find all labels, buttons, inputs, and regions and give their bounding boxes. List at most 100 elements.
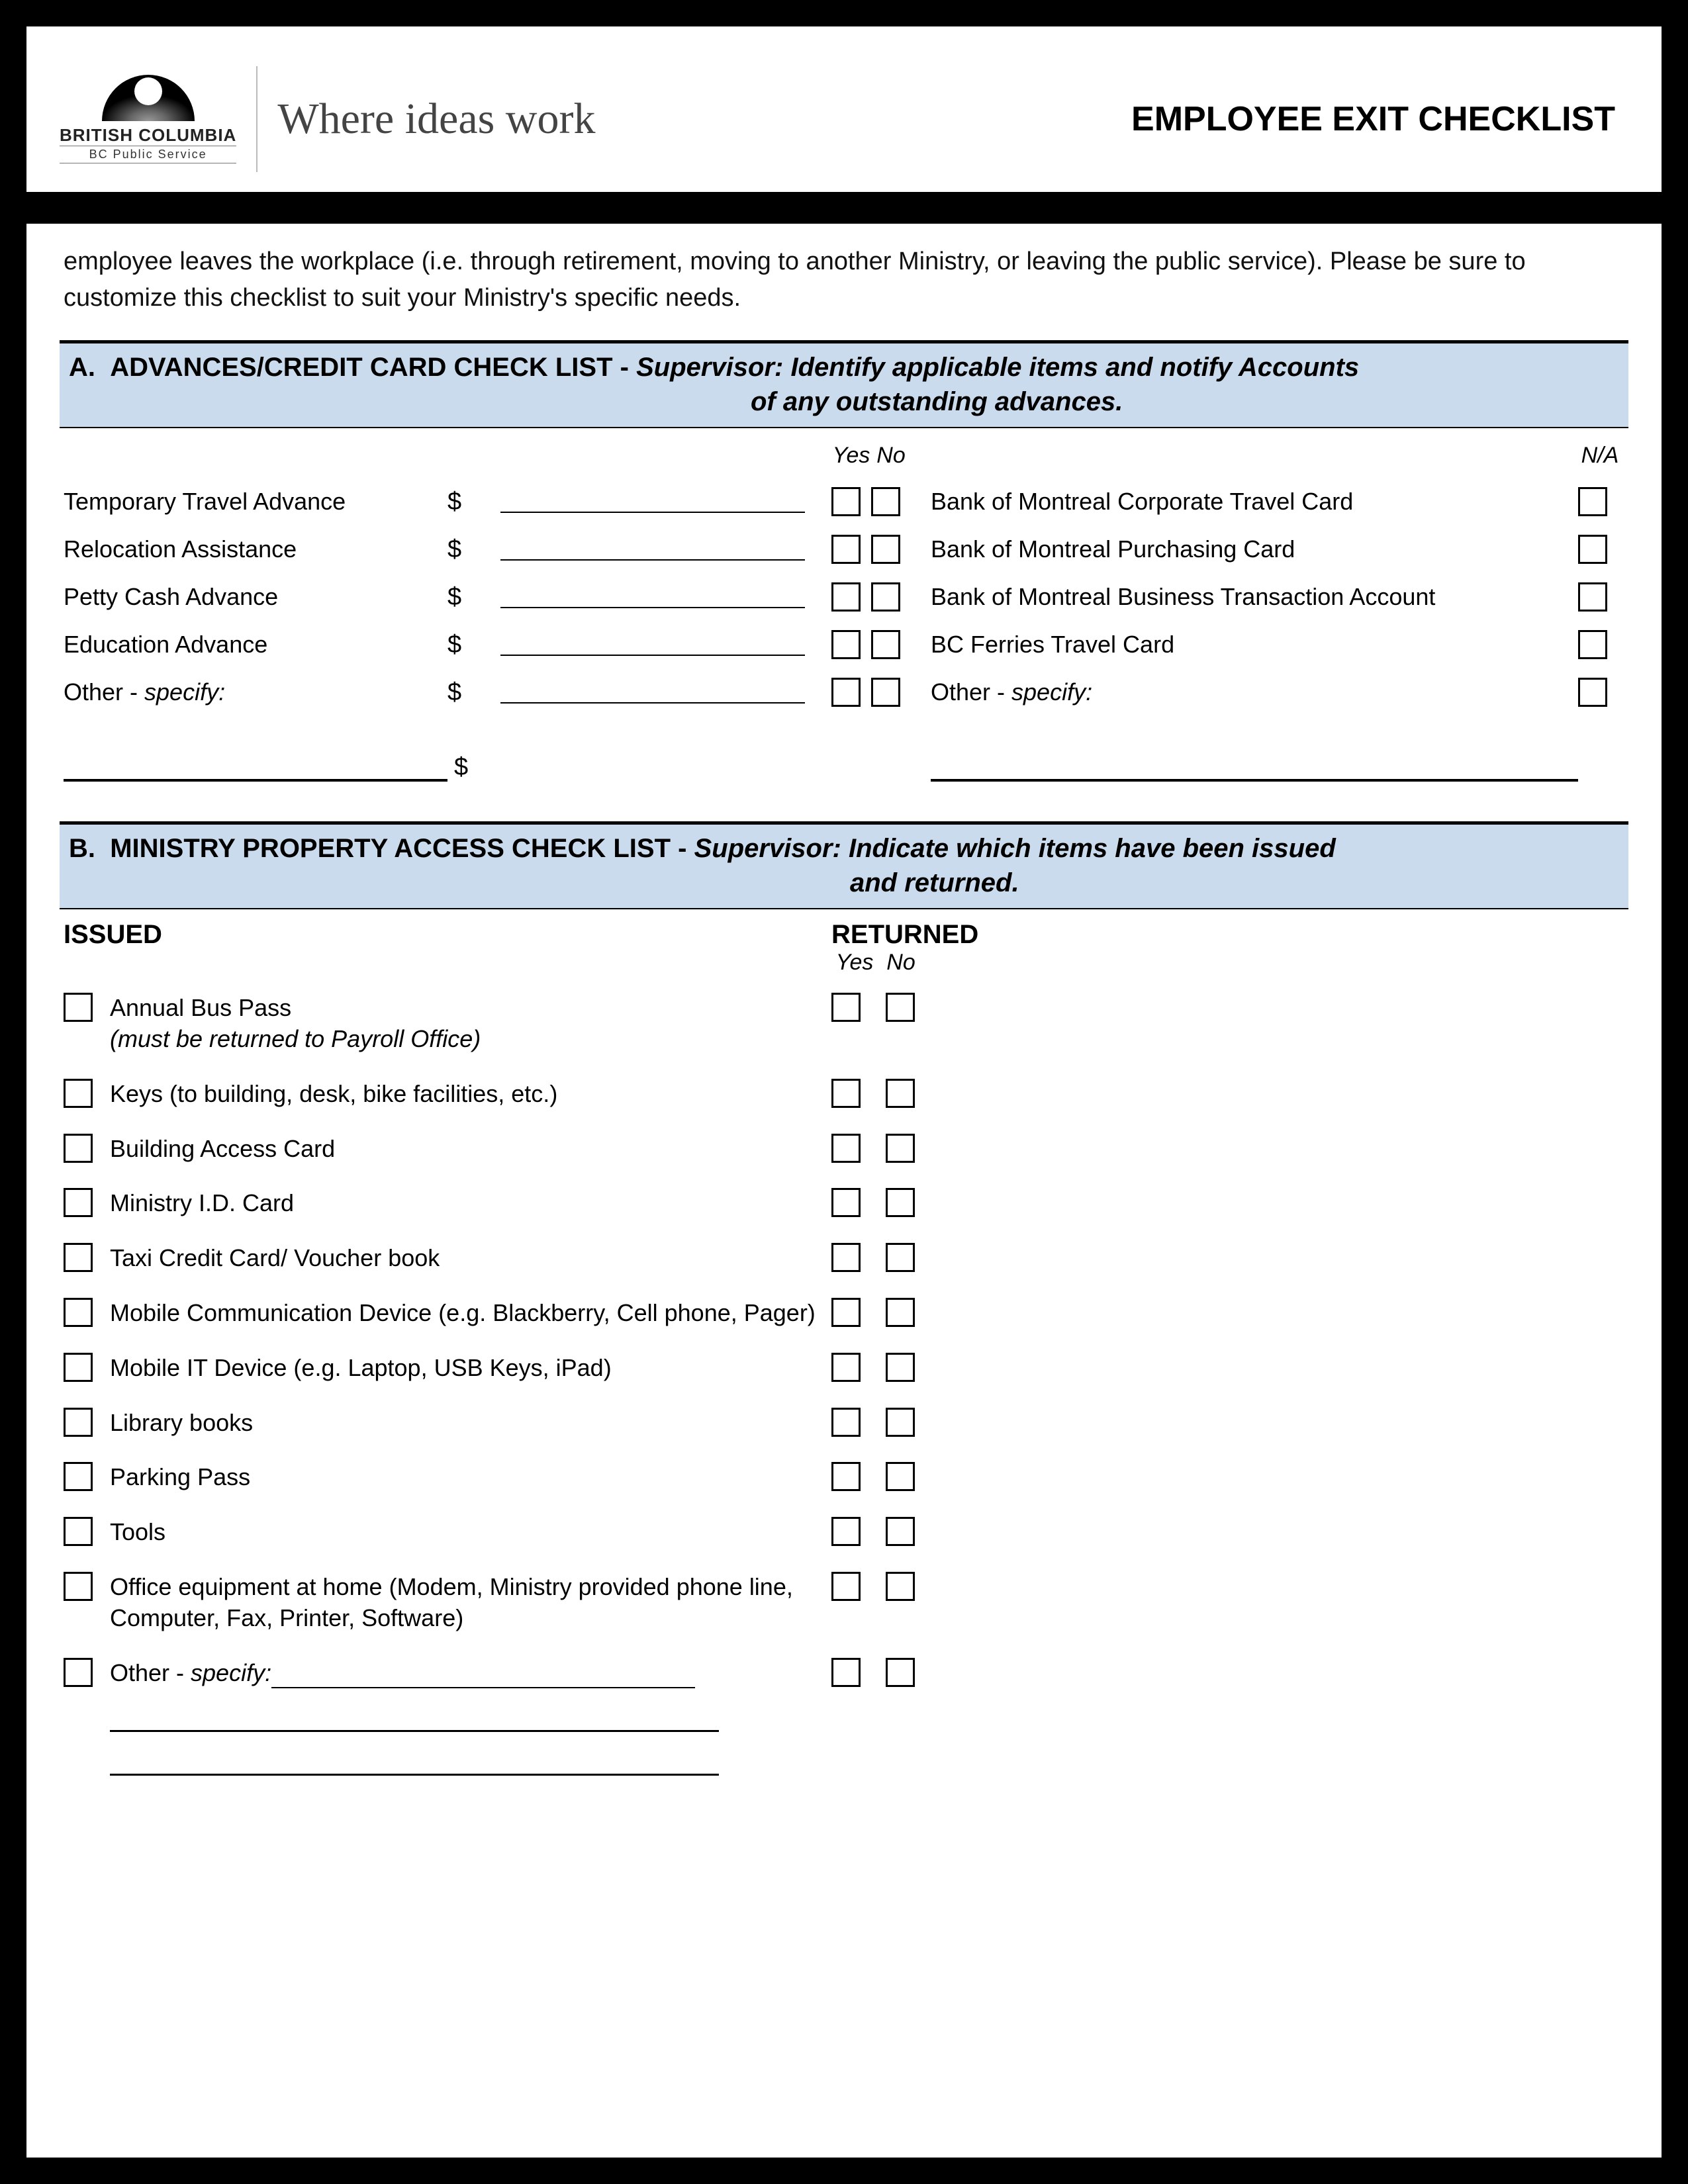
- returned-no-checkbox[interactable]: [886, 1243, 915, 1272]
- yes-checkbox[interactable]: [831, 678, 861, 707]
- na-checkbox[interactable]: [1578, 678, 1607, 707]
- yes-checkbox[interactable]: [831, 582, 861, 612]
- na-checkbox[interactable]: [1578, 535, 1607, 564]
- returned-yes-checkbox[interactable]: [831, 993, 861, 1022]
- returned-yes-checkbox[interactable]: [831, 1079, 861, 1108]
- na-checkbox[interactable]: [1578, 487, 1607, 516]
- section-b-columns: ISSUED RETURNED: [60, 909, 1628, 950]
- returned-yes-checkbox[interactable]: [831, 1353, 861, 1382]
- returned-yes-checkbox[interactable]: [831, 1408, 861, 1437]
- col-no: No: [878, 950, 924, 976]
- property-row: Mobile Communication Device (e.g. Blackb…: [64, 1286, 1624, 1341]
- property-row: Office equipment at home (Modem, Ministr…: [64, 1560, 1624, 1646]
- amount-field[interactable]: [500, 681, 805, 704]
- returned-yes-checkbox[interactable]: [831, 1188, 861, 1217]
- no-checkbox[interactable]: [871, 582, 900, 612]
- returned-no-checkbox[interactable]: [886, 1134, 915, 1163]
- property-row: Building Access Card: [64, 1122, 1624, 1177]
- yes-checkbox[interactable]: [831, 535, 861, 564]
- returned-no-checkbox[interactable]: [886, 1517, 915, 1546]
- returned-no-checkbox[interactable]: [886, 1658, 915, 1687]
- returned-yes-checkbox[interactable]: [831, 1572, 861, 1601]
- specify-field[interactable]: [271, 1668, 695, 1688]
- amount-field[interactable]: [500, 633, 805, 656]
- sun-logo-icon: [102, 75, 195, 121]
- property-row: Annual Bus Pass (must be returned to Pay…: [64, 981, 1624, 1067]
- property-label: Keys (to building, desk, bike facilities…: [110, 1079, 831, 1110]
- specify-field-line-2[interactable]: [110, 1706, 719, 1732]
- returned-yes-checkbox[interactable]: [831, 1243, 861, 1272]
- col-yes: Yes: [831, 950, 878, 976]
- issued-checkbox[interactable]: [64, 993, 93, 1022]
- issued-checkbox[interactable]: [64, 1517, 93, 1546]
- vertical-divider: [256, 66, 258, 172]
- returned-no-checkbox[interactable]: [886, 1079, 915, 1108]
- amount-field[interactable]: [500, 586, 805, 608]
- na-checkbox[interactable]: [1578, 630, 1607, 659]
- property-row: Taxi Credit Card/ Voucher book: [64, 1231, 1624, 1286]
- section-b-subcolumns: Yes No: [60, 950, 1628, 981]
- no-checkbox[interactable]: [871, 535, 900, 564]
- advance-label: Petty Cash Advance: [64, 583, 447, 611]
- issued-checkbox[interactable]: [64, 1298, 93, 1327]
- issued-checkbox[interactable]: [64, 1658, 93, 1687]
- property-label: Ministry I.D. Card: [110, 1188, 831, 1219]
- issued-checkbox[interactable]: [64, 1079, 93, 1108]
- yes-checkbox[interactable]: [831, 630, 861, 659]
- section-b-instruction-1: Supervisor: Indicate which items have be…: [694, 834, 1336, 863]
- property-label: Annual Bus Pass (must be returned to Pay…: [110, 993, 831, 1055]
- col-yes: Yes: [831, 443, 871, 469]
- header-left: BRITISH COLUMBIA BC Public Service Where…: [60, 66, 595, 172]
- specify-field-line-3[interactable]: [110, 1749, 719, 1776]
- advance-label: Temporary Travel Advance: [64, 488, 447, 516]
- returned-yes-checkbox[interactable]: [831, 1134, 861, 1163]
- na-checkbox[interactable]: [1578, 582, 1607, 612]
- issued-checkbox[interactable]: [64, 1462, 93, 1491]
- issued-checkbox[interactable]: [64, 1408, 93, 1437]
- col-na: N/A: [1578, 443, 1624, 469]
- section-b-instruction-2: and returned.: [69, 866, 1619, 900]
- currency-symbol: $: [447, 753, 500, 782]
- issued-checkbox[interactable]: [64, 1572, 93, 1601]
- returned-yes-checkbox[interactable]: [831, 1658, 861, 1687]
- amount-field[interactable]: [500, 538, 805, 561]
- no-checkbox[interactable]: [871, 678, 900, 707]
- issued-checkbox[interactable]: [64, 1353, 93, 1382]
- returned-heading: RETURNED: [831, 920, 1624, 950]
- section-b-header: B. MINISTRY PROPERTY ACCESS CHECK LIST -…: [60, 825, 1628, 908]
- no-checkbox[interactable]: [871, 487, 900, 516]
- returned-yes-checkbox[interactable]: [831, 1517, 861, 1546]
- property-row: Keys (to building, desk, bike facilities…: [64, 1067, 1624, 1122]
- returned-no-checkbox[interactable]: [886, 1572, 915, 1601]
- returned-yes-checkbox[interactable]: [831, 1298, 861, 1327]
- returned-no-checkbox[interactable]: [886, 1353, 915, 1382]
- section-a-header: A. ADVANCES/CREDIT CARD CHECK LIST - Sup…: [60, 343, 1628, 427]
- returned-no-checkbox[interactable]: [886, 1462, 915, 1491]
- issued-checkbox[interactable]: [64, 1243, 93, 1272]
- section-a-instruction-1: Supervisor: Identify applicable items an…: [636, 353, 1359, 382]
- currency-symbol: $: [447, 631, 500, 659]
- issued-checkbox[interactable]: [64, 1188, 93, 1217]
- amount-field[interactable]: [500, 490, 805, 513]
- no-checkbox[interactable]: [871, 630, 900, 659]
- tagline: Where ideas work: [277, 94, 595, 144]
- advance-label: Relocation Assistance: [64, 535, 447, 563]
- issued-heading: ISSUED: [64, 920, 831, 950]
- returned-yes-checkbox[interactable]: [831, 1462, 861, 1491]
- total-right-line[interactable]: [931, 755, 1578, 782]
- returned-no-checkbox[interactable]: [886, 993, 915, 1022]
- property-row: Mobile IT Device (e.g. Laptop, USB Keys,…: [64, 1341, 1624, 1396]
- returned-no-checkbox[interactable]: [886, 1408, 915, 1437]
- section-a-instruction-2: of any outstanding advances.: [69, 385, 1619, 419]
- section-a-totals: $: [60, 707, 1628, 821]
- returned-no-checkbox[interactable]: [886, 1298, 915, 1327]
- yes-checkbox[interactable]: [831, 487, 861, 516]
- card-other-label: Other - specify:: [931, 678, 1578, 706]
- bc-logo: BRITISH COLUMBIA BC Public Service: [60, 75, 236, 163]
- card-label: Bank of Montreal Corporate Travel Card: [931, 488, 1578, 516]
- total-left-line[interactable]: [64, 755, 447, 782]
- returned-no-checkbox[interactable]: [886, 1188, 915, 1217]
- issued-checkbox[interactable]: [64, 1134, 93, 1163]
- currency-symbol: $: [447, 678, 500, 707]
- section-b-letter: B.: [69, 834, 95, 863]
